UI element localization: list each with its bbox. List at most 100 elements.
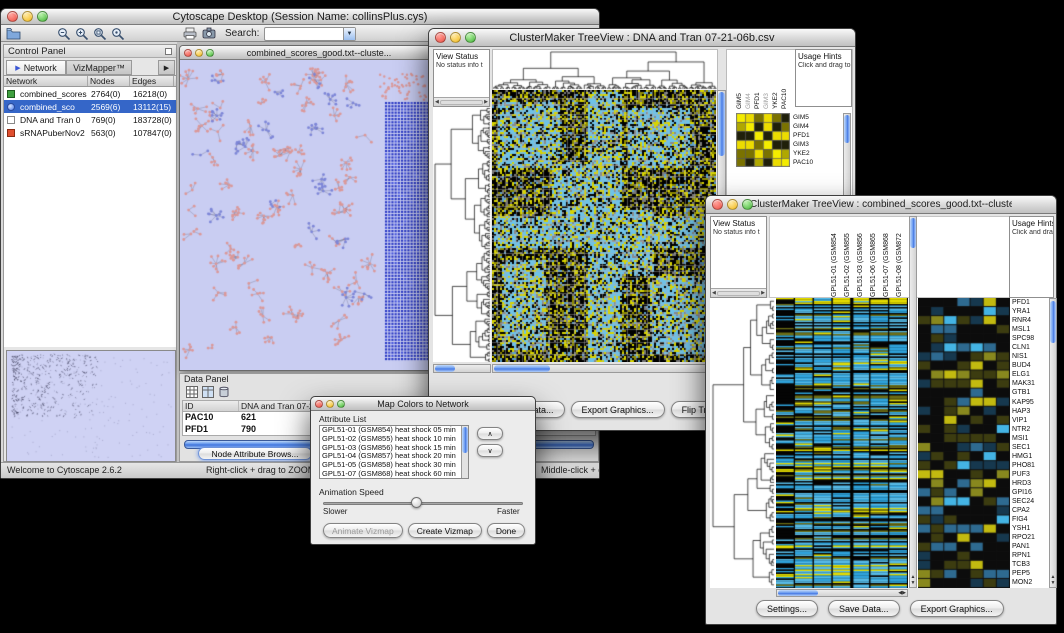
- attribute-item[interactable]: GPL51-04 (GSM857) heat shock 20 min: [320, 452, 468, 461]
- gene-label[interactable]: TCB3: [1012, 560, 1048, 569]
- attribute-select-icon[interactable]: [186, 386, 198, 398]
- gene-label[interactable]: PUF3: [1012, 470, 1048, 479]
- gene-label[interactable]: MSL1: [1012, 325, 1048, 334]
- gene-label[interactable]: PFD1: [1012, 298, 1048, 307]
- gene-label[interactable]: HRD3: [1012, 479, 1048, 488]
- speed-slider-track[interactable]: [323, 502, 523, 505]
- scroll-thumb[interactable]: [778, 590, 818, 596]
- global-heatmap[interactable]: [776, 298, 908, 588]
- minimize-button[interactable]: [727, 199, 738, 210]
- attribute-item[interactable]: GPL51-01 (GSM854) heat shock 05 min: [320, 426, 468, 435]
- scroll-arrows[interactable]: ▲▼: [910, 574, 916, 586]
- gene-label[interactable]: MAK31: [1012, 379, 1048, 388]
- gene-label[interactable]: GPI16: [1012, 488, 1048, 497]
- scroll-thumb[interactable]: [910, 218, 916, 248]
- minimize-button[interactable]: [326, 400, 334, 408]
- gene-label[interactable]: PEP5: [1012, 569, 1048, 578]
- treeview-button[interactable]: Settings...: [756, 600, 818, 617]
- gene-label[interactable]: SEC24: [1012, 497, 1048, 506]
- tab-overflow-button[interactable]: ▶: [158, 60, 175, 75]
- gene-label[interactable]: GTB1: [1012, 388, 1048, 397]
- gene-label[interactable]: PAN1: [1012, 542, 1048, 551]
- scroll-thumb[interactable]: [718, 92, 725, 156]
- treeview-combined-titlebar[interactable]: ClusterMaker TreeView : combined_scores_…: [706, 196, 1056, 214]
- gene-label[interactable]: YSH1: [1012, 524, 1048, 533]
- network-row[interactable]: DNA and Tran 0 769(0) 183728(0): [4, 113, 176, 126]
- gene-label[interactable]: NIS1: [1012, 352, 1048, 361]
- gene-dendrogram[interactable]: [711, 298, 775, 588]
- treeview-button[interactable]: Export Graphics...: [571, 401, 665, 418]
- attribute-item[interactable]: GPL51-05 (GSM858) heat shock 30 min: [320, 461, 468, 470]
- scroll-thumb[interactable]: [844, 115, 850, 143]
- column-edges[interactable]: Edges: [130, 76, 174, 86]
- zoom-button[interactable]: [465, 32, 476, 43]
- main-titlebar[interactable]: Cytoscape Desktop (Session Name: collins…: [1, 9, 599, 25]
- network-canvas[interactable]: [180, 60, 432, 370]
- expression-heatmap[interactable]: [492, 90, 716, 362]
- node-attribute-browser-tab[interactable]: Node Attribute Brows...: [198, 447, 312, 460]
- move-down-button[interactable]: ∨: [477, 444, 503, 457]
- gene-label[interactable]: HMG1: [1012, 452, 1048, 461]
- view-status-scrollbar[interactable]: ◀▶: [711, 288, 766, 297]
- close-button[interactable]: [184, 49, 192, 57]
- speed-slider-thumb[interactable]: [411, 497, 422, 508]
- scroll-arrows[interactable]: ▲▼: [1050, 574, 1056, 586]
- search-input[interactable]: ▼: [264, 27, 356, 41]
- scroll-right-icon[interactable]: ▶: [484, 99, 488, 105]
- scroll-thumb[interactable]: [435, 365, 455, 372]
- snapshot-icon[interactable]: [202, 27, 216, 39]
- float-panel-icon[interactable]: [165, 48, 172, 55]
- gene-label[interactable]: RNR4: [1012, 316, 1048, 325]
- attribute-item[interactable]: GPL51-07 (GSM868) heat shock 60 min: [320, 470, 468, 479]
- scroll-thumb[interactable]: [1050, 301, 1056, 343]
- scroll-arrows[interactable]: ◀▶: [898, 590, 906, 596]
- scroll-left-icon[interactable]: ◀: [712, 290, 716, 296]
- attribute-table-icon[interactable]: [202, 386, 214, 398]
- zoom-selected-icon[interactable]: [111, 27, 125, 41]
- chevron-down-icon[interactable]: ▼: [343, 28, 355, 40]
- print-icon[interactable]: [183, 27, 197, 40]
- gene-label[interactable]: KAP95: [1012, 398, 1048, 407]
- gene-label[interactable]: HAP3: [1012, 407, 1048, 416]
- gene-label[interactable]: NTR2: [1012, 425, 1048, 434]
- zoom-button[interactable]: [337, 400, 345, 408]
- treeview-button[interactable]: Export Graphics...: [910, 600, 1004, 617]
- attribute-item[interactable]: GPL51-02 (GSM855) heat shock 10 min: [320, 435, 468, 444]
- move-up-button[interactable]: ∧: [477, 427, 503, 440]
- scroll-thumb[interactable]: [494, 365, 550, 372]
- tab-vizmapper[interactable]: VizMapper™: [66, 60, 132, 75]
- network-row[interactable]: combined_scores 2764(0) 16218(0): [4, 87, 176, 100]
- database-icon[interactable]: [218, 386, 230, 398]
- detail-heatmap[interactable]: [918, 298, 1010, 588]
- scroll-thumb[interactable]: [462, 427, 468, 453]
- gene-label[interactable]: RPN1: [1012, 551, 1048, 560]
- dialog-button[interactable]: Animate Vizmap: [323, 523, 403, 538]
- view-status-scrollbar[interactable]: ◀▶: [434, 97, 489, 106]
- gene-label[interactable]: VIP1: [1012, 416, 1048, 425]
- treeview-button[interactable]: Save Data...: [828, 600, 900, 617]
- network-view-titlebar[interactable]: combined_scores_good.txt--cluste...: [180, 46, 432, 60]
- attribute-item[interactable]: GPL51-03 (GSM856) heat shock 15 min: [320, 444, 468, 453]
- gene-label[interactable]: YRA1: [1012, 307, 1048, 316]
- zoom-fit-icon[interactable]: [93, 27, 107, 41]
- network-row[interactable]: combined_sco 2569(6) 13112(15): [4, 100, 176, 113]
- gene-label[interactable]: BUD4: [1012, 361, 1048, 370]
- array-dendrogram[interactable]: [492, 49, 718, 91]
- tab-network[interactable]: ▶ Network: [6, 60, 66, 75]
- zoom-out-icon[interactable]: [57, 27, 71, 41]
- gene-label[interactable]: CPA2: [1012, 506, 1048, 515]
- zoom-in-icon[interactable]: [75, 27, 89, 41]
- scroll-right-icon[interactable]: ▶: [761, 290, 765, 296]
- column-nodes[interactable]: Nodes: [88, 76, 130, 86]
- treeview-dna-titlebar[interactable]: ClusterMaker TreeView : DNA and Tran 07-…: [429, 29, 855, 47]
- column-network[interactable]: Network: [4, 76, 88, 86]
- gene-label[interactable]: MON2: [1012, 578, 1048, 587]
- close-button[interactable]: [712, 199, 723, 210]
- open-file-icon[interactable]: [6, 27, 21, 40]
- gene-label[interactable]: FIG4: [1012, 515, 1048, 524]
- gene-label[interactable]: RPO21: [1012, 533, 1048, 542]
- similarity-matrix[interactable]: [736, 113, 790, 167]
- column-id[interactable]: ID: [183, 401, 239, 411]
- network-overview-thumbnail[interactable]: [6, 350, 176, 462]
- zoom-button[interactable]: [206, 49, 214, 57]
